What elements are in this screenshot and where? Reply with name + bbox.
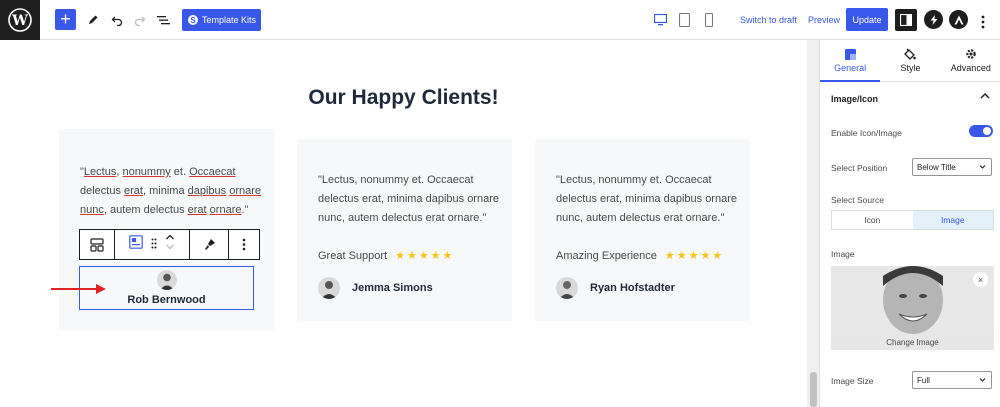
canvas-scrollbar-thumb[interactable] <box>810 372 817 407</box>
astra-plugin-icon[interactable] <box>949 10 968 29</box>
source-toggle-group: Icon Image <box>831 210 994 230</box>
canvas-scrollbar[interactable] <box>807 40 819 407</box>
client-name: Jemma Simons <box>352 282 433 294</box>
redo-icon[interactable] <box>133 8 147 32</box>
settings-sidebar-icon[interactable] <box>895 9 917 31</box>
testimonial-block-icon[interactable] <box>129 235 143 254</box>
annotation-arrow-right <box>51 284 106 294</box>
rating-row: Great Support ★★★★★ <box>318 249 455 263</box>
testimonial-quote[interactable]: "Lectus, nonummy et. Occaecat delectus e… <box>318 171 503 228</box>
chevron-up-icon[interactable] <box>980 92 990 100</box>
quote-text: , minima <box>143 185 188 197</box>
template-kits-button[interactable]: S Template Kits <box>182 9 261 31</box>
block-move-controls <box>115 230 190 259</box>
select-source-label: Select Source <box>831 195 884 205</box>
star-rating: ★★★★★ <box>664 250 725 262</box>
wordpress-logo-icon[interactable]: W <box>0 0 40 40</box>
list-view-icon[interactable] <box>156 8 170 32</box>
svg-text:W: W <box>11 13 28 29</box>
quote-text: delectus <box>80 185 125 197</box>
rating-label: Great Support <box>318 249 388 262</box>
block-settings-sidebar: General Style Advanced Image/Icon Enable… <box>819 40 1000 407</box>
tab-label: Advanced <box>950 63 991 73</box>
source-option-image[interactable]: Image <box>912 211 993 229</box>
position-value: Below Title <box>917 162 956 172</box>
tab-label: General <box>834 62 867 73</box>
select-position-label: Select Position <box>831 163 888 173</box>
update-button[interactable]: Update <box>846 8 888 31</box>
client-info: Ryan Hofstadter <box>556 277 675 299</box>
client-avatar[interactable] <box>157 270 177 290</box>
editor-top-toolbar: W + S Template Kits Switch to draft Prev… <box>0 0 1000 40</box>
block-type-switcher-icon[interactable] <box>80 230 115 259</box>
spellcheck-word: ornare <box>229 185 262 197</box>
spellcheck-word: nonummy <box>122 166 171 178</box>
chevron-down-icon <box>979 378 986 382</box>
image-label: Image <box>831 249 855 259</box>
chevron-down-icon <box>979 165 986 169</box>
desktop-preview-icon[interactable] <box>653 13 668 27</box>
add-block-button[interactable]: + <box>55 9 76 30</box>
tab-advanced[interactable]: Advanced <box>941 40 1000 81</box>
paint-bucket-icon <box>904 48 917 60</box>
paint-brush-icon[interactable] <box>190 230 229 259</box>
tab-label: Style <box>900 63 921 73</box>
remove-image-icon[interactable]: × <box>973 272 988 287</box>
spellcheck-word: Lectus <box>83 166 117 178</box>
panel-title[interactable]: Image/Icon <box>831 94 878 104</box>
move-up-down-icon[interactable] <box>165 234 175 255</box>
client-avatar <box>318 277 340 299</box>
rating-row: Amazing Experience ★★★★★ <box>556 249 725 263</box>
image-size-label: Image Size <box>831 376 874 386</box>
rating-label: Amazing Experience <box>556 249 657 262</box>
client-avatar <box>556 277 578 299</box>
client-info: Jemma Simons <box>318 277 433 299</box>
spellcheck-word: erat <box>124 185 143 197</box>
tab-general[interactable]: General <box>820 40 881 82</box>
page-title[interactable]: Our Happy Clients! <box>0 86 807 110</box>
undo-icon[interactable] <box>110 8 124 32</box>
drag-handle-icon[interactable] <box>151 236 157 254</box>
mobile-preview-icon[interactable] <box>704 12 717 28</box>
spellcheck-word: Occaecat <box>189 166 236 178</box>
editor-canvas: Our Happy Clients! "Lectus, nonummy et. … <box>0 40 807 407</box>
sidebar-tabs: General Style Advanced <box>820 40 1000 82</box>
testimonial-quote[interactable]: "Lectus, nonummy et. Occaecat delectus e… <box>80 163 265 220</box>
template-kits-icon: S <box>188 15 198 25</box>
image-size-select[interactable]: Full <box>912 371 992 389</box>
gear-icon <box>966 49 976 59</box>
quote-text: , autem delectus <box>103 204 188 216</box>
enable-image-label: Enable Icon/Image <box>831 128 902 138</box>
change-image-button[interactable]: Change Image <box>831 334 994 350</box>
client-name: Ryan Hofstadter <box>590 282 675 294</box>
template-kits-label: Template Kits <box>202 15 257 25</box>
pencil-icon[interactable] <box>86 8 100 32</box>
spellcheck-word: erat <box>187 204 207 216</box>
bolt-plugin-icon[interactable] <box>924 10 943 29</box>
quote-text: ." <box>241 204 249 216</box>
more-options-icon[interactable] <box>978 10 988 34</box>
spellcheck-word: nunc <box>80 204 104 216</box>
star-rating: ★★★★★ <box>395 250 455 262</box>
testimonial-card[interactable]: "Lectus, nonummy et. Occaecat delectus e… <box>297 139 512 321</box>
quote-text: et. <box>170 166 190 178</box>
tab-style[interactable]: Style <box>880 40 940 81</box>
block-options-icon[interactable] <box>229 230 259 259</box>
image-size-value: Full <box>917 375 930 385</box>
testimonial-card[interactable]: "Lectus, nonummy et. Occaecat delectus e… <box>535 139 750 321</box>
general-tab-icon <box>844 48 856 60</box>
spellcheck-word: ornare <box>209 204 242 216</box>
switch-to-draft-link[interactable]: Switch to draft <box>740 15 797 25</box>
testimonial-quote[interactable]: "Lectus, nonummy et. Occaecat delectus e… <box>556 171 741 228</box>
block-toolbar <box>79 229 260 260</box>
enable-image-toggle[interactable] <box>969 125 993 137</box>
spellcheck-word: dapibus <box>187 185 227 197</box>
preview-link[interactable]: Preview <box>808 15 840 25</box>
source-option-icon[interactable]: Icon <box>832 211 913 229</box>
position-select[interactable]: Below Title <box>912 158 992 176</box>
tablet-preview-icon[interactable] <box>678 12 691 28</box>
